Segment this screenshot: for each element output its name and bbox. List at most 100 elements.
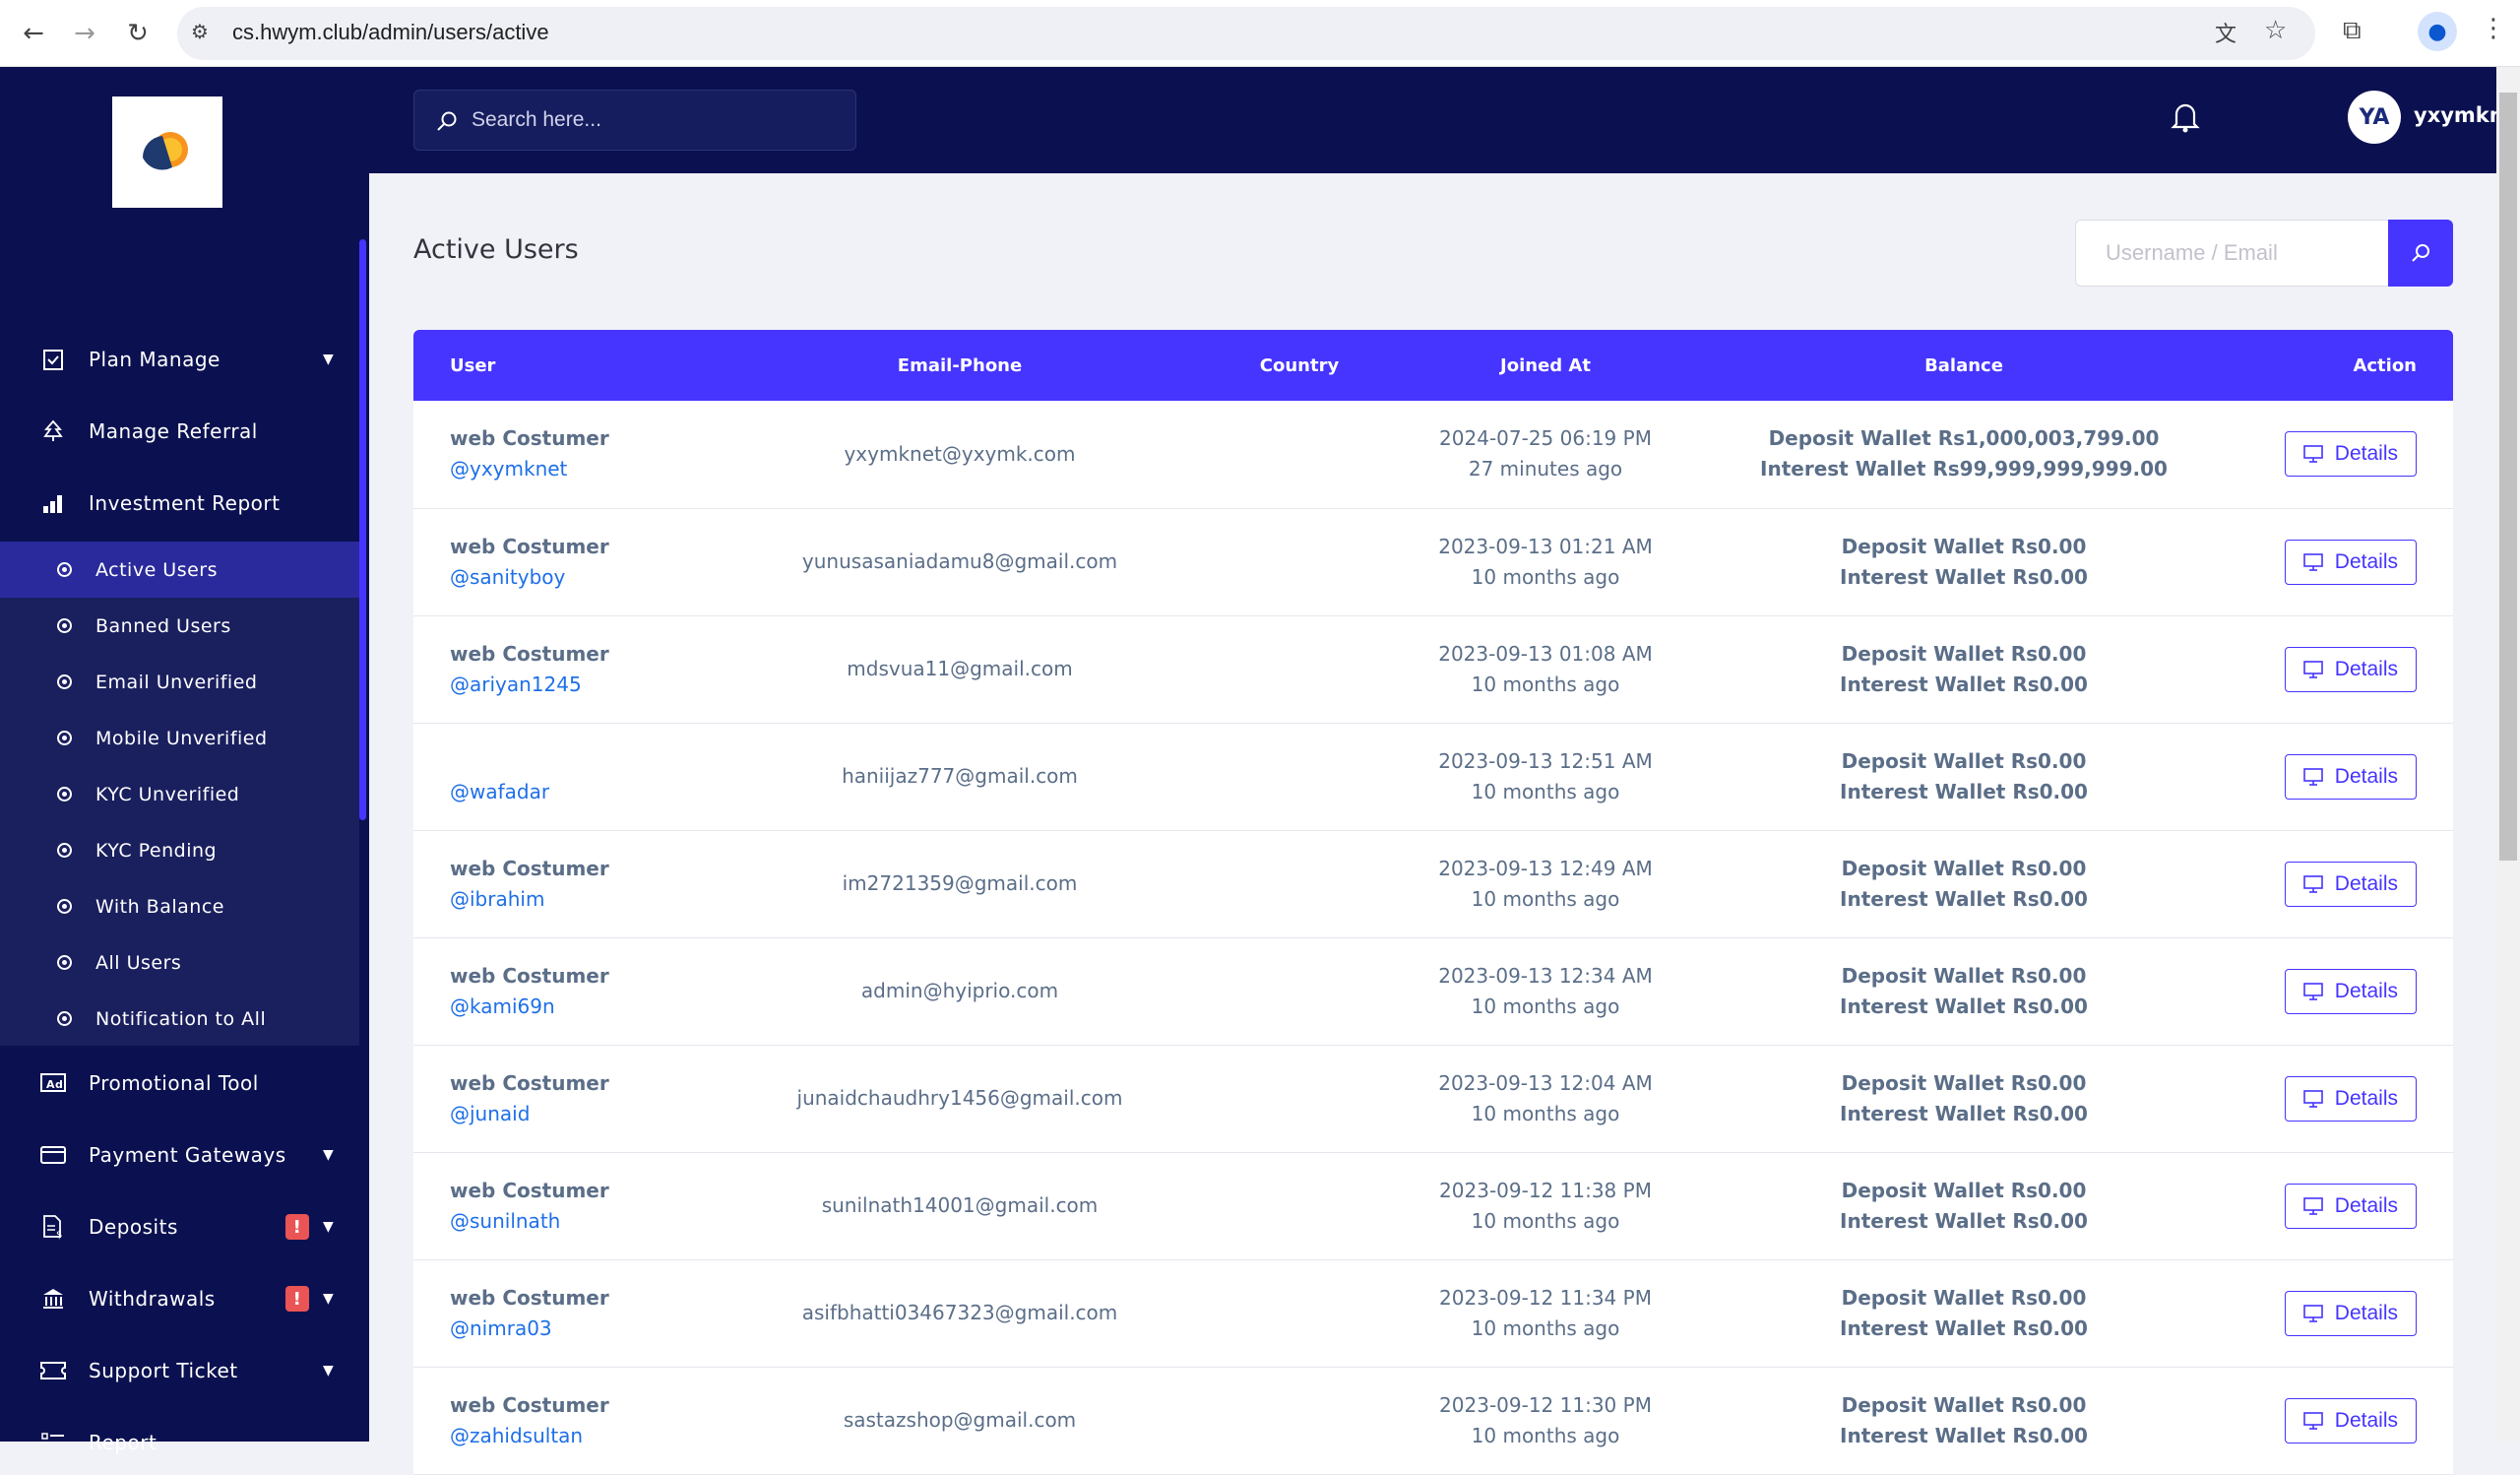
filter-search-button[interactable]: [2388, 220, 2453, 287]
table-row: @wafadar haniijaz777@gmail.com 2023-09-1…: [413, 723, 2453, 830]
submenu-item-mobile-unverified[interactable]: Mobile Unverified: [0, 710, 359, 766]
submenu-item-banned-users[interactable]: Banned Users: [0, 598, 359, 654]
details-button[interactable]: Details: [2284, 1397, 2417, 1443]
email-cell: sunilnath14001@gmail.com: [821, 1193, 1099, 1217]
details-button[interactable]: Details: [2284, 968, 2417, 1014]
bookmark-star-icon[interactable]: ☆: [2264, 16, 2287, 45]
sidebar-item-payment-gateways[interactable]: Payment Gateways ▼: [0, 1123, 359, 1186]
action-cell: Details: [2254, 937, 2453, 1045]
logo[interactable]: [112, 96, 222, 208]
circle-dot-icon: [57, 618, 72, 633]
details-button[interactable]: Details: [2284, 861, 2417, 907]
scrollbar-thumb[interactable]: [2499, 93, 2517, 861]
menu-kebab-icon[interactable]: ⋮: [2481, 14, 2506, 43]
balance-cell: Deposit Wallet Rs0.00 Interest Wallet Rs0…: [1673, 1152, 2254, 1259]
deposit-wallet: Deposit Wallet Rs1,000,003,799.00: [1768, 426, 2160, 451]
email-cell: yxymknet@yxymk.com: [844, 441, 1076, 466]
sidebar-item-investment-report[interactable]: Investment Report: [0, 472, 359, 535]
sidebar-item-withdrawals[interactable]: Withdrawals! ▼: [0, 1267, 359, 1330]
action-cell: Details: [2254, 723, 2453, 830]
deposit-wallet: Deposit Wallet Rs0.00: [1841, 534, 2087, 558]
sidebar-item-plan-manage[interactable]: Plan Manage ▼: [0, 328, 359, 391]
sidebar-item-manage-referral[interactable]: Manage Referral: [0, 400, 359, 463]
profile-icon[interactable]: ●: [2418, 12, 2457, 51]
global-search[interactable]: [413, 90, 856, 151]
submenu-item-all-users[interactable]: All Users: [0, 934, 359, 991]
full-name: web Costumer: [450, 1178, 609, 1202]
header-joined-at: Joined At: [1500, 354, 1591, 376]
details-button[interactable]: Details: [2284, 539, 2417, 585]
details-button[interactable]: Details: [2284, 1183, 2417, 1229]
avatar[interactable]: YA: [2348, 91, 2401, 144]
desktop-icon: [2302, 874, 2323, 893]
bar-chart-icon: [39, 489, 67, 517]
username-link[interactable]: @kami69n: [450, 992, 738, 1022]
deposit-wallet: Deposit Wallet Rs0.00: [1841, 963, 2087, 988]
table-row: web Costumer @sunilnath sunilnath14001@gm…: [413, 1152, 2453, 1259]
site-settings-icon[interactable]: ⚙: [191, 20, 209, 43]
deposit-wallet: Deposit Wallet Rs0.00: [1841, 641, 2087, 666]
manage-users-submenu: Active Users Banned Users Email Unverifi…: [0, 542, 359, 1046]
user-cell: web Costumer @yxymknet: [413, 401, 738, 508]
details-button[interactable]: Details: [2284, 1075, 2417, 1122]
joined-cell: 2023-09-13 01:08 AM 10 months ago: [1418, 615, 1673, 723]
username-link[interactable]: @yxymknet: [450, 454, 738, 484]
global-search-input[interactable]: [472, 104, 836, 136]
username-link[interactable]: @wafadar: [450, 777, 738, 807]
submenu-item-active-users[interactable]: Active Users: [0, 542, 359, 598]
sidebar-item-promotional-tool[interactable]: Ad Promotional Tool: [0, 1052, 359, 1115]
sidebar-item-report[interactable]: Report: [0, 1411, 359, 1474]
address-bar[interactable]: ⚙ cs.hwym.club/admin/users/active 文 ☆: [177, 7, 2315, 60]
top-header: YA yxymknet ⌄: [369, 67, 2520, 173]
details-button[interactable]: Details: [2284, 753, 2417, 800]
action-cell: Details: [2254, 508, 2453, 615]
username-link[interactable]: @sanityboy: [450, 562, 738, 593]
username-link[interactable]: @zahidsultan: [450, 1421, 738, 1451]
username-link[interactable]: @ibrahim: [450, 884, 738, 915]
email-cell: sastazshop@gmail.com: [843, 1408, 1077, 1432]
country-cell: [1181, 1152, 1418, 1259]
translate-icon[interactable]: 文: [2215, 17, 2236, 48]
header-action: Action: [2353, 354, 2417, 376]
page-scrollbar[interactable]: [2496, 67, 2520, 1442]
username-link[interactable]: @junaid: [450, 1099, 738, 1129]
details-button[interactable]: Details: [2284, 431, 2417, 478]
table-row: web Costumer @ariyan1245 mdsvua11@gmail.c…: [413, 615, 2453, 723]
submenu-item-label: With Balance: [95, 895, 224, 918]
user-cell: web Costumer @sanityboy: [413, 508, 738, 615]
header-country: Country: [1259, 354, 1340, 376]
submenu-item-kyc-unverified[interactable]: KYC Unverified: [0, 766, 359, 822]
username-link[interactable]: @nimra03: [450, 1314, 738, 1344]
bell-icon[interactable]: [2171, 100, 2200, 134]
forward-icon[interactable]: →: [65, 14, 104, 53]
back-icon[interactable]: ←: [14, 14, 53, 53]
balance-cell: Deposit Wallet Rs0.00 Interest Wallet Rs0…: [1673, 1045, 2254, 1152]
details-button[interactable]: Details: [2284, 1290, 2417, 1336]
details-button[interactable]: Details: [2284, 646, 2417, 692]
submenu-item-notification-to-all[interactable]: Notification to All: [0, 991, 359, 1047]
sidebar-item-support-ticket[interactable]: Support Ticket ▼: [0, 1339, 359, 1402]
extensions-icon[interactable]: ⧉: [2343, 16, 2362, 46]
sidebar-scrollbar[interactable]: [359, 239, 366, 820]
submenu-item-kyc-pending[interactable]: KYC Pending: [0, 822, 359, 878]
submenu-item-with-balance[interactable]: With Balance: [0, 878, 359, 934]
country-cell: [1181, 401, 1418, 508]
interest-wallet: Interest Wallet Rs0.00: [1840, 994, 2088, 1018]
desktop-icon: [2302, 1304, 2323, 1322]
username-email-input[interactable]: [2075, 220, 2390, 287]
interest-wallet: Interest Wallet Rs0.00: [1840, 1101, 2088, 1125]
full-name: web Costumer: [450, 856, 609, 880]
submenu-item-email-unverified[interactable]: Email Unverified: [0, 654, 359, 710]
balance-cell: Deposit Wallet Rs0.00 Interest Wallet Rs0…: [1673, 615, 2254, 723]
username-link[interactable]: @sunilnath: [450, 1206, 738, 1237]
url-text[interactable]: cs.hwym.club/admin/users/active: [232, 20, 549, 45]
balance-cell: Deposit Wallet Rs0.00 Interest Wallet Rs0…: [1673, 830, 2254, 937]
desktop-icon: [2302, 445, 2323, 464]
reload-icon[interactable]: ↻: [118, 14, 158, 53]
country-cell: [1181, 937, 1418, 1045]
sidebar-item-deposits[interactable]: $ Deposits! ▼: [0, 1195, 359, 1258]
submenu-item-label: Banned Users: [95, 614, 231, 637]
table-row: web Costumer @junaid junaidchaudhry1456@g…: [413, 1045, 2453, 1152]
deposit-wallet: Deposit Wallet Rs0.00: [1841, 1178, 2087, 1202]
username-link[interactable]: @ariyan1245: [450, 670, 738, 700]
